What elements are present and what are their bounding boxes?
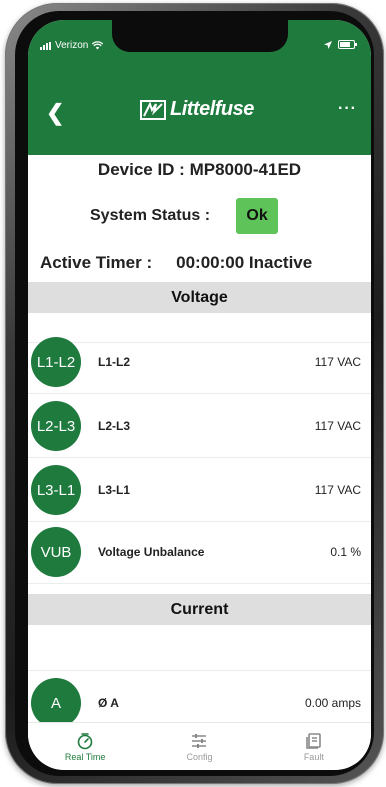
status-bar-right bbox=[324, 40, 357, 49]
sliders-icon bbox=[192, 733, 207, 748]
line-badge: A bbox=[31, 678, 81, 728]
tab-real-time[interactable]: Real Time bbox=[28, 723, 142, 770]
status-bar-left: Verizon bbox=[40, 40, 104, 51]
battery-icon bbox=[338, 40, 357, 49]
gauge-icon bbox=[77, 732, 93, 749]
more-options-button[interactable]: ··· bbox=[338, 100, 357, 118]
active-timer-value: 00:00:00 Inactive bbox=[176, 253, 313, 272]
carrier-name: Verizon bbox=[55, 40, 89, 51]
row-label: L2-L3 bbox=[98, 419, 131, 433]
row-value: 0.1 % bbox=[330, 545, 361, 559]
littelfuse-logo: Littelfuse bbox=[140, 98, 254, 121]
app-screen: Verizon ❮ Littelfuse ··· Device ID : MP8… bbox=[28, 20, 371, 770]
row-value: 117 VAC bbox=[314, 419, 361, 433]
back-button[interactable]: ❮ bbox=[46, 100, 64, 126]
phone-notch bbox=[112, 20, 288, 52]
current-section-header: Current bbox=[28, 594, 371, 625]
list-item[interactable]: VUB Voltage Unbalance 0.1 % bbox=[28, 520, 371, 584]
tab-fault[interactable]: Fault bbox=[257, 723, 371, 770]
location-icon bbox=[324, 40, 332, 49]
status-badge: Ok bbox=[236, 198, 279, 234]
line-badge: L1-L2 bbox=[31, 337, 81, 387]
row-label: Voltage Unbalance bbox=[98, 545, 205, 559]
tab-label: Real Time bbox=[64, 751, 106, 762]
list-item[interactable]: L2-L3 L2-L3 117 VAC bbox=[28, 394, 371, 458]
tab-config[interactable]: Config bbox=[142, 723, 256, 770]
system-status: System Status : Ok bbox=[90, 198, 279, 234]
line-badge: L3-L1 bbox=[31, 465, 81, 515]
signal-icon bbox=[40, 41, 51, 50]
tab-bar: Real Time Config Fault bbox=[28, 722, 371, 770]
list-item[interactable]: L1-L2 L1-L2 117 VAC bbox=[28, 330, 371, 394]
row-value: 117 VAC bbox=[314, 355, 361, 369]
active-timer: Active Timer : 00:00:00 Inactive bbox=[40, 253, 312, 273]
tab-label: Config bbox=[186, 751, 213, 762]
row-label: L1-L2 bbox=[98, 355, 131, 369]
system-status-label: System Status : bbox=[90, 207, 211, 224]
current-spacer bbox=[28, 625, 371, 671]
littelfuse-logo-mark-icon bbox=[140, 99, 166, 120]
line-badge: VUB bbox=[31, 527, 81, 577]
voltage-section-header: Voltage bbox=[28, 282, 371, 313]
line-badge: L2-L3 bbox=[31, 401, 81, 451]
row-value: 117 VAC bbox=[314, 483, 361, 497]
document-icon bbox=[306, 732, 321, 749]
brand-name: Littelfuse bbox=[170, 98, 254, 120]
wifi-icon bbox=[92, 41, 104, 50]
row-label: L3-L1 bbox=[98, 483, 131, 497]
device-id: Device ID : MP8000-41ED bbox=[97, 160, 302, 179]
tab-label: Fault bbox=[303, 751, 324, 762]
list-item[interactable]: L3-L1 L3-L1 117 VAC bbox=[28, 458, 371, 522]
active-timer-label: Active Timer : bbox=[40, 253, 153, 272]
app-header: Verizon ❮ Littelfuse ··· bbox=[28, 20, 371, 155]
